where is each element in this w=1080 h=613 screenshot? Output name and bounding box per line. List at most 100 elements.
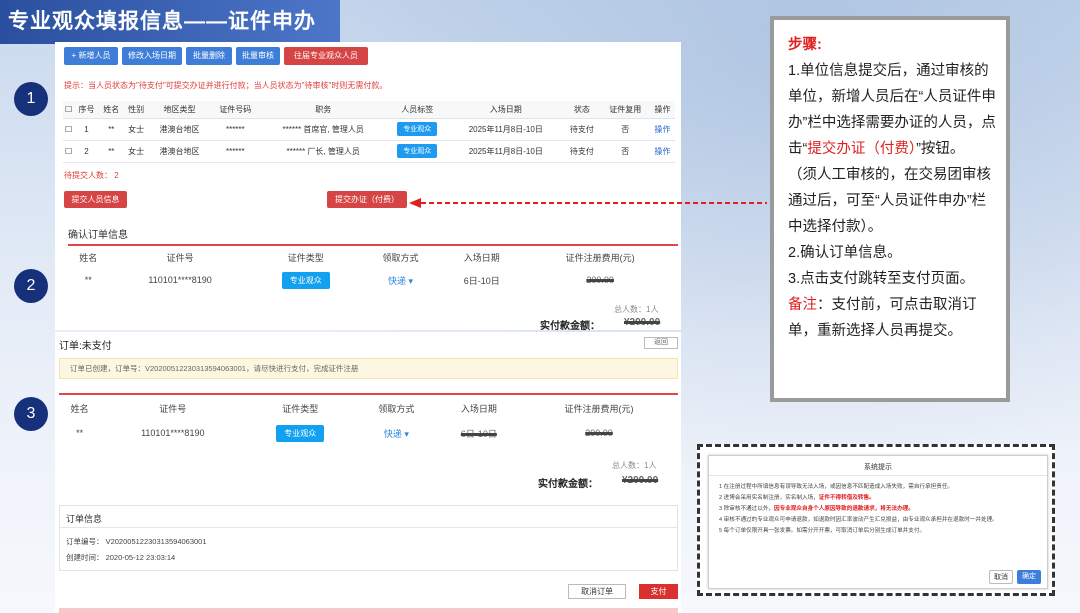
dialog-line-2: 2 进博会采用实名制注册，实名制入场，证件不得转借及转售。 bbox=[719, 493, 1037, 504]
row-gender: 女士 bbox=[123, 118, 149, 141]
system-dialog: 系统提示 1 在注册过程中所填信息有误导致无法入场，或因信息不匹配造成入场失败，… bbox=[708, 455, 1048, 589]
row-fee: 200.00 bbox=[585, 428, 613, 438]
col-date: 入场日期 bbox=[463, 252, 500, 263]
system-dialog-frame: 系统提示 1 在注册过程中所填信息有误导致无法入场，或因信息不匹配造成入场失败，… bbox=[697, 444, 1055, 596]
col-date: 入场日期 bbox=[448, 101, 564, 119]
row-id: 110101****8190 bbox=[141, 428, 205, 438]
select-all-checkbox[interactable]: ☐ bbox=[63, 101, 75, 119]
instruction-step-3: 3.点击支付跳转至支付页面。 bbox=[788, 271, 975, 287]
dialog-line-5: 5 每个订单仅限开具一张发票。如需分开开票，可取消订单后分别生成订单并支付。 bbox=[719, 528, 926, 534]
row-status: 待支付 bbox=[563, 118, 601, 141]
row-title: ****** 厂长, 管理人员 bbox=[260, 140, 387, 163]
instruction-step-2: 2.确认订单信息。 bbox=[788, 245, 902, 261]
batch-delete-button[interactable]: 批量删除 bbox=[186, 47, 232, 65]
edit-entry-date-button[interactable]: 修改入场日期 bbox=[122, 47, 182, 65]
instruction-note-label: 备注 bbox=[788, 297, 817, 313]
instruction-step-1: 1.单位信息提交后，通过审核的单位，新增人员后在“人员证件申办”栏中选择需要办证… bbox=[788, 58, 996, 162]
col-type: 证件类型 bbox=[282, 403, 319, 414]
table-row: ** 110101****8190 专业观众 快递 ▾ 6日-10日 200.0… bbox=[59, 420, 678, 446]
col-index: 序号 bbox=[74, 101, 99, 119]
person-table: ☐ 序号 姓名 性别 地区类型 证件号码 职务 人员标签 入场日期 状态 证件复… bbox=[63, 101, 675, 163]
add-person-button[interactable]: + 新增人员 bbox=[64, 47, 118, 65]
order-info-heading: 订单信息 bbox=[66, 514, 103, 524]
col-fee: 证件注册费用(元) bbox=[565, 252, 635, 263]
col-name: 姓名 bbox=[79, 252, 98, 263]
order-created-time: 创建时间： 2020-05-12 23:03:14 bbox=[66, 553, 176, 562]
row-title: ****** 首席官, 管理人员 bbox=[260, 118, 387, 141]
row-name: ** bbox=[98, 118, 124, 141]
row-name: ** bbox=[76, 428, 84, 438]
cancel-order-button[interactable]: 取消订单 bbox=[568, 584, 626, 599]
dialog-line-2-highlight: 证件不得转借及转售。 bbox=[818, 495, 875, 501]
dialog-cancel-button[interactable]: 取消 bbox=[989, 570, 1013, 584]
total-people: 总人数：1人 bbox=[612, 461, 657, 470]
instruction-note: 备注：支付前，可点击取消订单，重新选择人员再提交。 bbox=[788, 292, 996, 344]
table-row: ☐ 1 ** 女士 港澳台地区 ****** ****** 首席官, 管理人员 … bbox=[63, 118, 675, 141]
table-header-row: 姓名 证件号 证件类型 领取方式 入场日期 证件注册费用(元) bbox=[59, 396, 678, 420]
col-name: 姓名 bbox=[98, 101, 124, 119]
submit-person-info-button[interactable]: 提交人员信息 bbox=[64, 191, 127, 208]
dialog-confirm-button[interactable]: 确定 bbox=[1017, 570, 1041, 584]
dialog-line-3-highlight: 因专业观众自身个人原因导致的退款请求，将无法办理。 bbox=[774, 506, 914, 512]
instruction-step-1-highlight: 提交办证（付费） bbox=[807, 141, 917, 157]
row-tag-badge: 专业观众 bbox=[397, 122, 438, 136]
row-fee: 200.00 bbox=[586, 275, 614, 285]
row-operation-link[interactable]: 操作 bbox=[650, 140, 675, 163]
order-status: 订单:未支付 bbox=[59, 341, 112, 352]
payable-label: 实付款金额： bbox=[538, 479, 598, 490]
payment-divider bbox=[59, 393, 678, 395]
table-row: ☐ 2 ** 女士 港澳台地区 ****** ****** 厂长, 管理人员 专… bbox=[63, 140, 675, 163]
pay-button[interactable]: 支付 bbox=[639, 584, 678, 599]
table-header-row: ☐ 序号 姓名 性别 地区类型 证件号码 职务 人员标签 入场日期 状态 证件复… bbox=[63, 101, 675, 119]
submit-pay-button[interactable]: 提交办证（付费） bbox=[327, 191, 407, 208]
row-region: 港澳台地区 bbox=[148, 118, 211, 141]
row-reuse: 否 bbox=[600, 118, 651, 141]
col-pickup: 领取方式 bbox=[378, 403, 415, 414]
row-operation-link[interactable]: 操作 bbox=[650, 118, 675, 141]
table-header-row: 姓名 证件号 证件类型 领取方式 入场日期 证件注册费用(元) bbox=[68, 246, 678, 268]
row-region: 港澳台地区 bbox=[148, 140, 211, 163]
col-pickup: 领取方式 bbox=[382, 252, 419, 263]
status-hint: 提示：当人员状态为"待支付"可提交办证并进行付款；当人员状态为"待审核"时则无需… bbox=[64, 81, 388, 90]
pickup-dropdown[interactable]: 快递 ▾ bbox=[355, 420, 437, 446]
step-1-badge: 1 bbox=[14, 82, 48, 116]
instruction-step-1-note: （须人工审核的，在交易团审核通过后，可至“人员证件申办”栏中选择付款）。 bbox=[788, 167, 991, 235]
pickup-dropdown[interactable]: 快递 ▾ bbox=[360, 268, 441, 292]
row-checkbox[interactable]: ☐ bbox=[63, 118, 75, 141]
row-tag-badge: 专业观众 bbox=[397, 144, 438, 158]
col-gender: 性别 bbox=[123, 101, 149, 119]
col-status: 状态 bbox=[563, 101, 601, 119]
payment-order-table: 姓名 证件号 证件类型 领取方式 入场日期 证件注册费用(元) ** 11010… bbox=[59, 396, 678, 446]
order-info-divider bbox=[59, 527, 678, 528]
col-region: 地区类型 bbox=[148, 101, 211, 119]
dialog-body: 1 在注册过程中所填信息有误导致无法入场，或因信息不匹配造成入场失败，需自行承担… bbox=[709, 476, 1047, 543]
instruction-step-1-end: ”按钮。 bbox=[916, 141, 965, 157]
col-id: 证件号 bbox=[159, 403, 187, 414]
row-gender: 女士 bbox=[123, 140, 149, 163]
batch-review-button[interactable]: 批量审核 bbox=[236, 47, 280, 65]
row-date: 2025年11月8日-10日 bbox=[448, 118, 564, 141]
instructions-box: 步骤: 1.单位信息提交后，通过审核的单位，新增人员后在“人员证件申办”栏中选择… bbox=[770, 16, 1010, 402]
payable-amount: ¥200.00 bbox=[624, 317, 661, 328]
dialog-line-1: 1 在注册过程中所填信息有误导致无法入场，或因信息不匹配造成入场失败，需自行承担… bbox=[719, 484, 954, 490]
row-type-badge: 专业观众 bbox=[276, 424, 325, 442]
past-visitors-button[interactable]: 往届专业观众人员 bbox=[284, 47, 368, 65]
dialog-line-4: 4 审核不通过的专业观众可申请退款，如退款时因汇率波动产生汇兑损益，由专业观众承… bbox=[719, 517, 998, 523]
row-checkbox[interactable]: ☐ bbox=[63, 140, 75, 163]
step-3-badge: 3 bbox=[14, 397, 48, 431]
table-row: ** 110101****8190 专业观众 快递 ▾ 6日-10日 200.0… bbox=[68, 268, 678, 292]
col-date: 入场日期 bbox=[460, 403, 497, 414]
arrow-to-submit-pay bbox=[409, 198, 767, 208]
dialog-title: 系统提示 bbox=[709, 456, 1047, 476]
row-id: ****** bbox=[210, 140, 261, 163]
back-button[interactable]: 返回 bbox=[644, 337, 678, 349]
row-status: 待支付 bbox=[563, 140, 601, 163]
col-tag: 人员标签 bbox=[386, 101, 449, 119]
col-fee: 证件注册费用(元) bbox=[564, 403, 634, 414]
bottom-strip bbox=[59, 608, 678, 613]
col-operation: 操作 bbox=[650, 101, 675, 119]
total-people: 总人数：1人 bbox=[614, 305, 659, 314]
col-reuse: 证件复用 bbox=[600, 101, 651, 119]
pending-count: 待提交人数： 2 bbox=[64, 171, 119, 180]
dialog-line-3: 3 除审核不通过以外，因专业观众自身个人原因导致的退款请求，将无法办理。 bbox=[719, 504, 1037, 515]
